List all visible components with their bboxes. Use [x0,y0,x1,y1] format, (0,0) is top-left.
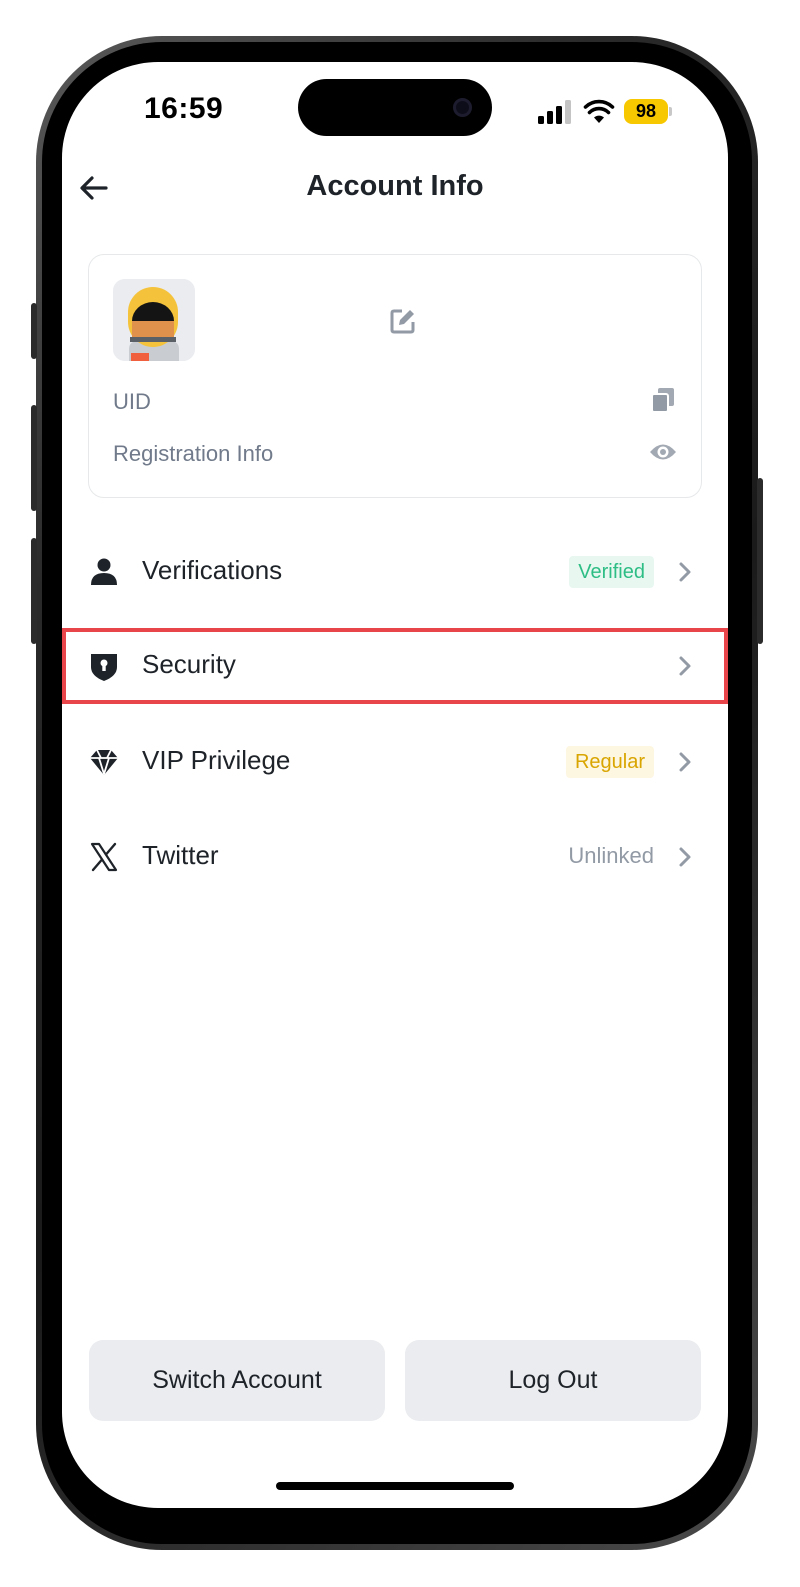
log-out-button[interactable]: Log Out [405,1340,701,1421]
registration-info-label: Registration Info [113,441,274,466]
status-badge-regular: Regular [565,746,654,778]
eye-icon[interactable] [649,441,677,463]
action-button [31,303,37,359]
menu-item-verifications[interactable]: Verifications Verified [62,534,728,610]
battery-icon: 98 [624,99,672,124]
menu-item-label: Verifications [142,555,283,585]
volume-down-button [31,538,37,644]
menu-item-twitter[interactable]: Twitter Unlinked [62,819,728,895]
power-button [757,478,763,644]
diamond-icon [90,749,118,775]
switch-account-button[interactable]: Switch Account [89,1340,385,1421]
profile-card: UID Registration Info [88,254,702,498]
menu-item-label: VIP Privilege [142,745,291,775]
edit-icon[interactable] [389,307,417,335]
astronaut-avatar-icon [113,279,195,361]
wifi-icon [583,99,615,123]
copy-icon[interactable] [651,387,675,413]
chevron-right-icon [679,847,691,867]
uid-label: UID [113,389,151,414]
camera-lens [453,98,472,117]
chevron-right-icon [679,562,691,582]
menu-item-label: Security [142,649,236,679]
menu-item-vip-privilege[interactable]: VIP Privilege Regular [62,724,728,800]
battery-level: 98 [624,99,668,124]
volume-up-button [31,405,37,511]
menu-item-label: Twitter [142,840,219,870]
twitter-link-status: Unlinked [568,843,654,868]
status-time: 16:59 [144,92,224,125]
chevron-right-icon [679,752,691,772]
person-icon [91,558,117,585]
avatar[interactable] [113,279,195,361]
screen: 16:59 98 Account Info UID Registration I… [62,62,728,1508]
dynamic-island [298,79,492,136]
page-title: Account Info [306,170,484,202]
menu-item-security[interactable]: Security [62,628,728,704]
cellular-signal-icon [538,100,572,124]
home-indicator[interactable] [276,1482,514,1490]
x-logo-icon [90,842,118,872]
status-badge-verified: Verified [569,556,654,588]
shield-icon [91,654,117,681]
chevron-right-icon [679,656,691,676]
